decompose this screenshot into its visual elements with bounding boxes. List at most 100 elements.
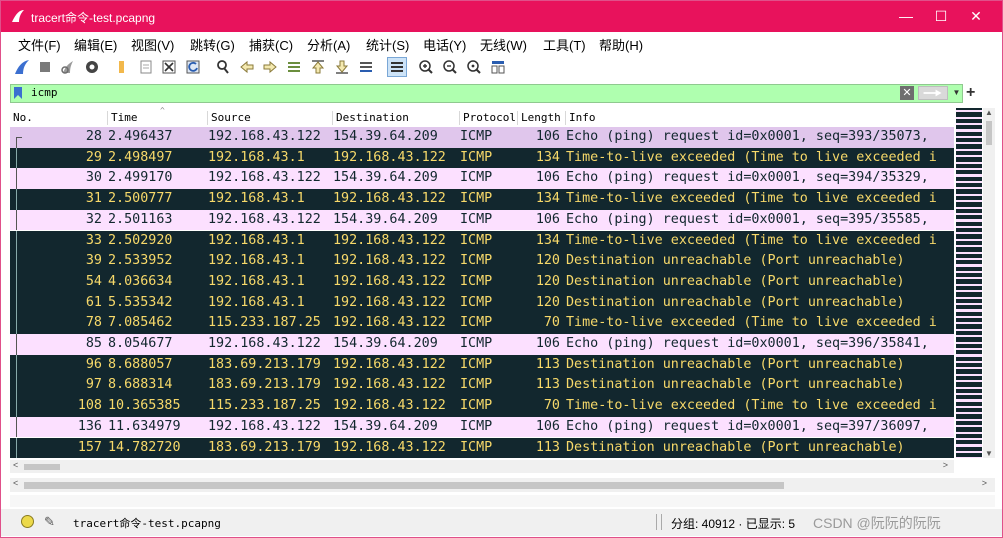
menu-telephony[interactable]: 电话(Y) bbox=[423, 35, 466, 54]
auto-scroll-icon[interactable] bbox=[357, 58, 375, 76]
menu-edit[interactable]: 编辑(E) bbox=[74, 35, 117, 54]
close-file-icon[interactable] bbox=[160, 58, 178, 76]
table-row[interactable]: 30 2.499170 192.168.43.122 154.39.64.209 ICM… bbox=[10, 168, 954, 190]
packet-destination: 192.168.43.122 bbox=[333, 294, 446, 310]
menu-file[interactable]: 文件(F) bbox=[18, 35, 61, 54]
col-time[interactable]: Time bbox=[108, 111, 208, 125]
go-last-icon[interactable] bbox=[333, 58, 351, 76]
minimap-stripe bbox=[956, 142, 982, 144]
table-row[interactable]: 78 7.085462 115.233.187.25 192.168.43.122 IC… bbox=[10, 313, 954, 334]
save-file-icon[interactable] bbox=[137, 58, 155, 76]
details-scroll-right-icon[interactable]: > bbox=[982, 478, 987, 488]
table-row[interactable]: 157 14.782720 183.69.213.179 192.168.43.122… bbox=[10, 437, 954, 458]
filter-history-dropdown[interactable]: ▼ bbox=[952, 86, 961, 100]
go-first-icon[interactable] bbox=[309, 58, 327, 76]
vscroll-thumb[interactable] bbox=[986, 121, 992, 145]
table-row[interactable]: 39 2.533952 192.168.43.1 192.168.43.122 ICMP… bbox=[10, 251, 954, 272]
table-row[interactable]: 33 2.502920 192.168.43.1 192.168.43.122 ICMP… bbox=[10, 230, 954, 252]
menu-analyze[interactable]: 分析(A) bbox=[307, 35, 350, 54]
table-row[interactable]: 61 5.535342 192.168.43.1 192.168.43.122 ICMP… bbox=[10, 292, 954, 314]
table-row[interactable]: 96 8.688057 183.69.213.179 192.168.43.122 IC… bbox=[10, 354, 954, 376]
expert-info-icon[interactable] bbox=[21, 515, 34, 528]
packet-length: 70 bbox=[543, 398, 560, 414]
scroll-right-icon[interactable]: > bbox=[943, 460, 948, 470]
colorize-icon[interactable] bbox=[387, 57, 407, 77]
col-no[interactable]: No. bbox=[10, 111, 108, 125]
zoom-normal-icon[interactable] bbox=[465, 58, 483, 76]
zoom-in-icon[interactable] bbox=[417, 58, 435, 76]
minimap-stripe bbox=[956, 384, 982, 387]
col-length[interactable]: Length bbox=[518, 111, 566, 125]
table-row[interactable]: 32 2.501163 192.168.43.122 154.39.64.209 ICM… bbox=[10, 209, 954, 231]
table-row[interactable]: 85 8.054677 192.168.43.122 154.39.64.209 ICM… bbox=[10, 334, 954, 355]
menu-help[interactable]: 帮助(H) bbox=[599, 35, 643, 54]
packet-length: 106 bbox=[535, 170, 560, 186]
go-back-icon[interactable] bbox=[238, 58, 256, 76]
scroll-left-icon[interactable]: < bbox=[13, 460, 18, 470]
add-filter-button[interactable]: + bbox=[966, 84, 975, 102]
hscroll-thumb[interactable] bbox=[24, 464, 60, 470]
related-packet-bracket bbox=[16, 375, 17, 397]
options-gear-icon[interactable] bbox=[83, 58, 101, 76]
main-toolbar bbox=[1, 54, 1002, 80]
apply-filter-button[interactable] bbox=[918, 86, 948, 100]
packet-length: 120 bbox=[535, 294, 560, 310]
minimap-stripe bbox=[956, 352, 982, 354]
table-row[interactable]: 108 10.365385 115.233.187.25 192.168.43.122… bbox=[10, 396, 954, 417]
bookmark-icon[interactable] bbox=[13, 86, 23, 100]
menu-view[interactable]: 视图(V) bbox=[131, 35, 174, 54]
go-forward-icon[interactable] bbox=[261, 58, 279, 76]
minimize-button[interactable]: — bbox=[891, 6, 921, 26]
pane-splitter[interactable] bbox=[10, 495, 995, 507]
table-row[interactable]: 136 11.634979 192.168.43.122 154.39.64.209 I… bbox=[10, 416, 954, 438]
packet-protocol: ICMP bbox=[460, 191, 493, 207]
stop-square-icon[interactable] bbox=[36, 58, 54, 76]
display-filter-input[interactable]: icmp bbox=[31, 86, 58, 99]
reload-icon[interactable] bbox=[184, 58, 202, 76]
scroll-down-icon[interactable]: ▼ bbox=[983, 449, 995, 458]
menu-tools[interactable]: 工具(T) bbox=[543, 35, 586, 54]
col-source[interactable]: Source bbox=[208, 111, 333, 125]
col-destination[interactable]: Destination bbox=[333, 111, 460, 125]
scroll-up-icon[interactable]: ▲ bbox=[983, 108, 995, 117]
col-protocol[interactable]: Protocol bbox=[460, 111, 518, 125]
details-hscrollbar[interactable]: < > bbox=[10, 478, 995, 492]
capture-comment-icon[interactable]: ✎ bbox=[44, 514, 55, 530]
table-row[interactable]: 28 2.496437 192.168.43.122 154.39.64.209 ICM… bbox=[10, 127, 954, 148]
open-folder-icon[interactable] bbox=[112, 58, 130, 76]
table-row[interactable]: 54 4.036634 192.168.43.1 192.168.43.122 ICMP… bbox=[10, 271, 954, 293]
minimap-stripe bbox=[956, 365, 982, 367]
go-to-packet-icon[interactable] bbox=[285, 58, 303, 76]
minimap-stripe bbox=[956, 215, 982, 217]
table-row[interactable]: 29 2.498497 192.168.43.1 192.168.43.122 ICMP… bbox=[10, 147, 954, 169]
menu-wireless[interactable]: 无线(W) bbox=[480, 35, 527, 54]
packet-source: 192.168.43.122 bbox=[208, 129, 321, 144]
menu-statistics[interactable]: 统计(S) bbox=[366, 35, 409, 54]
packet-no: 31 bbox=[85, 191, 102, 207]
close-button[interactable]: ✕ bbox=[961, 6, 991, 26]
table-row[interactable]: 31 2.500777 192.168.43.1 192.168.43.122 ICMP… bbox=[10, 189, 954, 210]
minimap-stripe bbox=[956, 429, 982, 432]
restart-icon[interactable] bbox=[59, 58, 77, 76]
resize-columns-icon[interactable] bbox=[489, 58, 507, 76]
col-info[interactable]: Info bbox=[566, 111, 954, 125]
packet-time: 2.500777 bbox=[108, 191, 173, 207]
packet-protocol: ICMP bbox=[460, 149, 493, 165]
find-magnifier-icon[interactable] bbox=[214, 58, 232, 76]
packet-minimap[interactable] bbox=[956, 108, 982, 459]
minimap-stripe bbox=[956, 155, 982, 157]
details-hscroll-thumb[interactable] bbox=[24, 482, 784, 489]
packet-list-vscrollbar[interactable]: ▲ ▼ bbox=[983, 108, 995, 458]
table-row[interactable]: 97 8.688314 183.69.213.179 192.168.43.122 IC… bbox=[10, 375, 954, 397]
clear-filter-button[interactable]: ✕ bbox=[900, 86, 914, 100]
shark-fin-start-icon[interactable] bbox=[13, 58, 31, 76]
zoom-out-icon[interactable] bbox=[441, 58, 459, 76]
minimap-stripe bbox=[956, 114, 982, 117]
minimap-stripe bbox=[956, 372, 982, 374]
minimap-stripe bbox=[956, 380, 982, 382]
details-scroll-left-icon[interactable]: < bbox=[13, 478, 18, 488]
menu-capture[interactable]: 捕获(C) bbox=[249, 35, 293, 54]
menu-go[interactable]: 跳转(G) bbox=[190, 35, 235, 54]
packet-list-hscrollbar[interactable]: < > bbox=[10, 460, 954, 473]
maximize-button[interactable]: ☐ bbox=[926, 6, 956, 26]
